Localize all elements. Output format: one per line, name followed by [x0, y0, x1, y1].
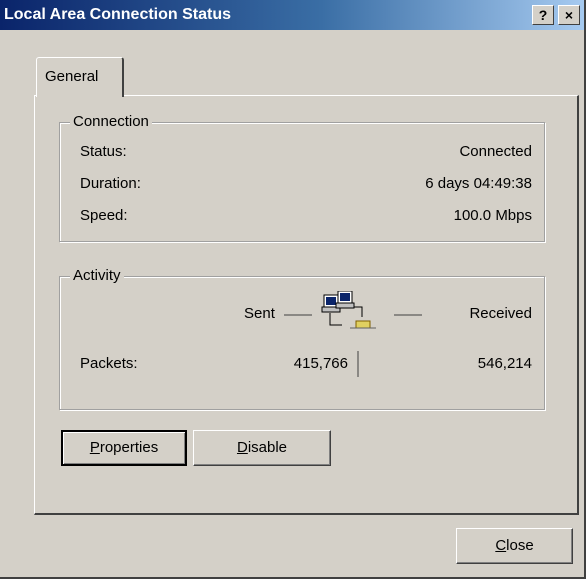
- properties-label-rest: roperties: [99, 439, 159, 456]
- window-title: Local Area Connection Status: [4, 6, 231, 23]
- packets-sent-value: 415,766: [293, 355, 348, 372]
- close-button[interactable]: Close: [456, 528, 573, 564]
- duration-label: Duration:: [80, 175, 141, 192]
- sent-line: [284, 314, 312, 316]
- status-value: Connected: [459, 143, 532, 160]
- network-computers-icon: [321, 291, 376, 329]
- title-bar[interactable]: Local Area Connection Status ? ×: [0, 0, 584, 30]
- help-button[interactable]: ?: [532, 5, 554, 25]
- duration-value: 6 days 04:49:38: [425, 175, 532, 192]
- received-line: [394, 314, 422, 316]
- packets-divider: [357, 351, 359, 377]
- received-label: Received: [469, 305, 532, 322]
- properties-mnemonic: P: [89, 439, 100, 456]
- activity-group-title: Activity: [70, 267, 124, 284]
- disable-mnemonic: D: [236, 439, 248, 456]
- packets-received-value: 546,214: [477, 355, 532, 372]
- connection-group: Connection Status: Connected Duration: 6…: [59, 113, 545, 242]
- general-tab-panel: Connection Status: Connected Duration: 6…: [34, 95, 579, 515]
- status-dialog: Local Area Connection Status ? × General…: [0, 0, 586, 579]
- tab-general-label: General: [45, 68, 99, 85]
- close-icon[interactable]: ×: [558, 5, 580, 25]
- speed-value: 100.0 Mbps: [453, 207, 532, 224]
- close-mnemonic: C: [495, 537, 507, 554]
- packets-label: Packets:: [80, 355, 138, 372]
- connection-group-title: Connection: [70, 113, 152, 130]
- disable-label-rest: isable: [247, 439, 288, 456]
- close-label-rest: lose: [506, 537, 534, 554]
- speed-label: Speed:: [80, 207, 128, 224]
- status-label: Status:: [80, 143, 127, 160]
- disable-button[interactable]: Disable: [193, 430, 331, 466]
- tab-general[interactable]: General: [36, 57, 124, 97]
- properties-button[interactable]: Properties: [61, 430, 187, 466]
- activity-group: Activity Sent Received Packets: 415,766 …: [59, 267, 545, 410]
- sent-label: Sent: [244, 305, 275, 322]
